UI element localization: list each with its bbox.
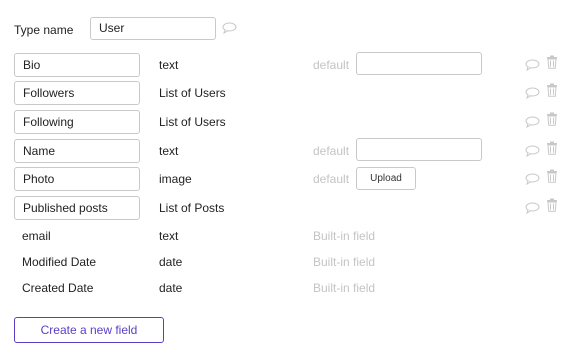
trash-icon[interactable] bbox=[546, 112, 558, 129]
speech-bubble-icon[interactable] bbox=[525, 202, 540, 217]
field-type[interactable]: text bbox=[159, 53, 178, 77]
field-type[interactable]: image bbox=[159, 167, 192, 191]
default-value-input[interactable] bbox=[356, 138, 482, 161]
field-row-followers: Followers List of Users bbox=[0, 81, 585, 105]
speech-bubble-icon[interactable] bbox=[525, 116, 540, 131]
field-type[interactable]: List of Posts bbox=[159, 196, 224, 220]
type-name-label: Type name bbox=[14, 23, 74, 37]
field-name-input[interactable]: Name bbox=[14, 139, 140, 163]
builtin-field-note: Built-in field bbox=[313, 255, 376, 269]
field-row-name: Name text default bbox=[0, 138, 585, 163]
speech-bubble-icon[interactable] bbox=[525, 145, 540, 160]
trash-icon[interactable] bbox=[546, 198, 558, 215]
field-row-photo: Photo image default Upload bbox=[0, 167, 585, 191]
field-name-input[interactable]: Bio bbox=[14, 53, 140, 77]
default-label: default bbox=[313, 58, 350, 72]
trash-icon[interactable] bbox=[546, 83, 558, 100]
field-row-published-posts: Published posts List of Posts bbox=[0, 196, 585, 220]
builtin-field-type: text bbox=[159, 229, 179, 243]
speech-bubble-icon[interactable] bbox=[222, 22, 237, 37]
trash-icon[interactable] bbox=[546, 55, 558, 72]
builtin-row-modified-date: Modified Date date Built-in field bbox=[0, 250, 585, 274]
default-value-input[interactable] bbox=[356, 52, 482, 75]
builtin-field-note: Built-in field bbox=[313, 229, 376, 243]
field-type[interactable]: List of Users bbox=[159, 110, 226, 134]
trash-icon[interactable] bbox=[546, 169, 558, 186]
builtin-row-created-date: Created Date date Built-in field bbox=[0, 276, 585, 300]
field-type[interactable]: text bbox=[159, 139, 178, 163]
speech-bubble-icon[interactable] bbox=[525, 59, 540, 74]
default-label: default bbox=[313, 172, 350, 186]
builtin-field-name: email bbox=[22, 229, 51, 243]
default-label: default bbox=[313, 144, 350, 158]
trash-icon[interactable] bbox=[546, 141, 558, 158]
create-new-field-button[interactable]: Create a new field bbox=[14, 317, 164, 343]
field-name-input[interactable]: Photo bbox=[14, 167, 140, 191]
field-row-bio: Bio text default bbox=[0, 52, 585, 77]
speech-bubble-icon[interactable] bbox=[525, 173, 540, 188]
builtin-field-type: date bbox=[159, 281, 183, 295]
field-name-input[interactable]: Following bbox=[14, 110, 140, 134]
builtin-field-type: date bbox=[159, 255, 183, 269]
upload-button[interactable]: Upload bbox=[356, 167, 416, 190]
field-name-input[interactable]: Followers bbox=[14, 81, 140, 105]
field-name-input[interactable]: Published posts bbox=[14, 196, 140, 220]
field-row-following: Following List of Users bbox=[0, 110, 585, 134]
builtin-row-email: email text Built-in field bbox=[0, 224, 585, 248]
speech-bubble-icon[interactable] bbox=[525, 87, 540, 102]
type-name-input[interactable]: User bbox=[90, 17, 216, 40]
builtin-field-note: Built-in field bbox=[313, 281, 376, 295]
field-type[interactable]: List of Users bbox=[159, 81, 226, 105]
builtin-field-name: Created Date bbox=[22, 281, 94, 295]
builtin-field-name: Modified Date bbox=[22, 255, 97, 269]
